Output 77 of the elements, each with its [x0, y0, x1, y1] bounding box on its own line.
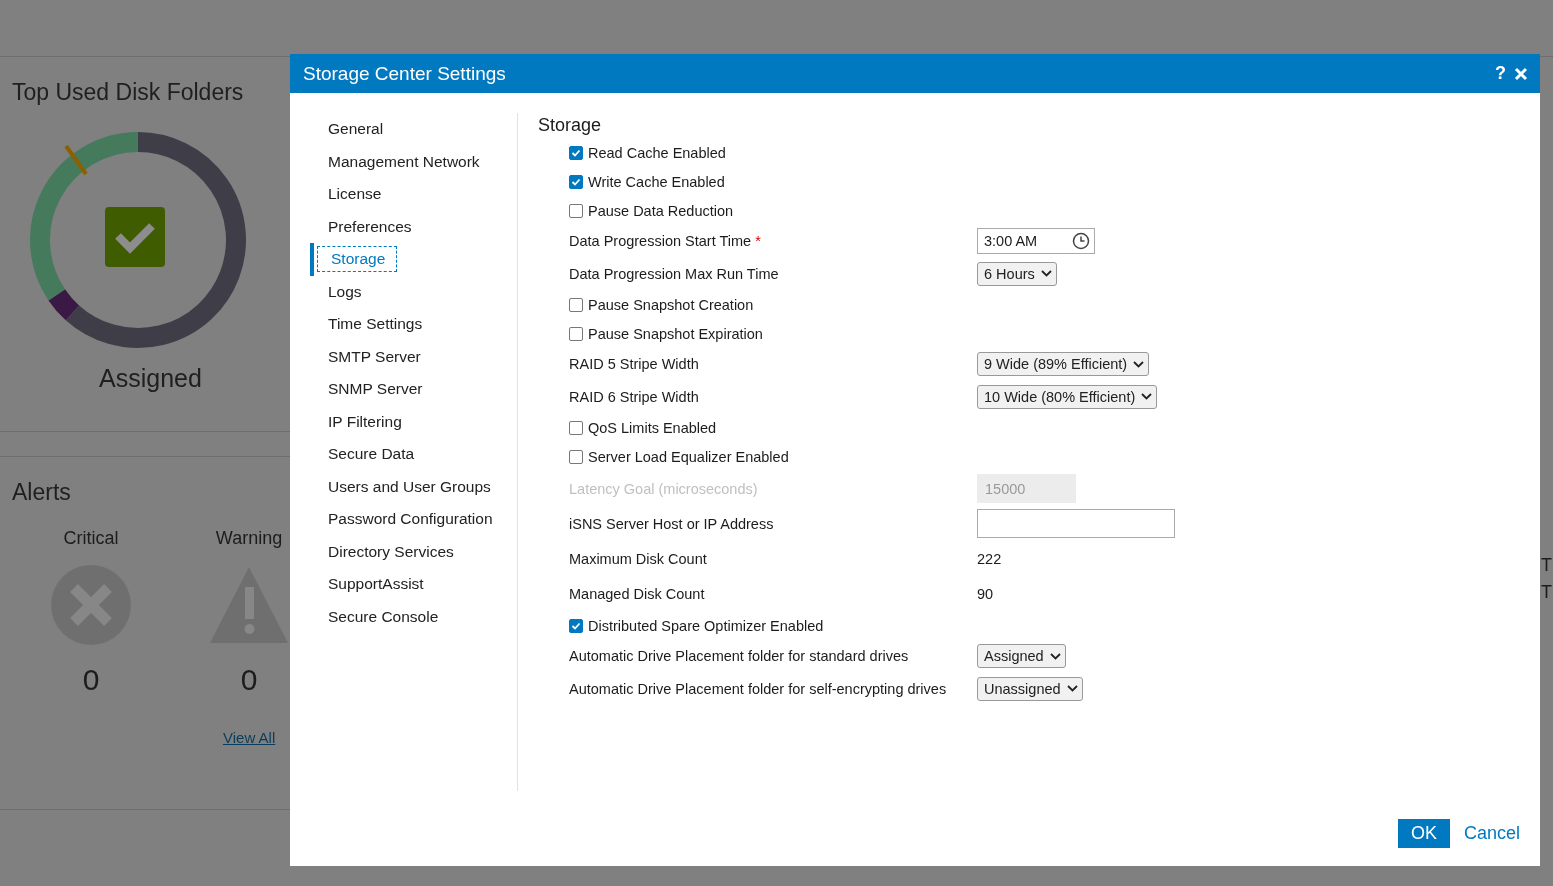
dialog-title: Storage Center Settings: [303, 62, 507, 85]
dropdown[interactable]: 9 Wide (89% Efficient): [977, 352, 1150, 377]
nav-item[interactable]: Preferences: [310, 210, 412, 243]
field-label: RAID 6 Stripe Width: [569, 388, 700, 405]
field-label: Latency Goal (microseconds): [569, 480, 759, 497]
checkbox-label[interactable]: Write Cache Enabled: [588, 173, 725, 190]
nav-item[interactable]: Password Configuration: [310, 503, 493, 536]
field-label: Managed Disk Count: [569, 585, 706, 602]
alert-count: 0: [82, 663, 100, 697]
error-icon: [51, 565, 131, 645]
time-field[interactable]: 3:00 AM: [977, 228, 1095, 255]
checkbox[interactable]: [569, 326, 583, 341]
checkbox-label[interactable]: Pause Snapshot Creation: [588, 296, 754, 313]
dropdown[interactable]: Unassigned: [977, 676, 1083, 701]
caret-icon: [1141, 393, 1153, 401]
caret-icon: [1133, 360, 1145, 368]
nav-item[interactable]: Logs: [310, 275, 362, 308]
field-label: Automatic Drive Placement folder for standard drives: [569, 648, 910, 665]
nav-item[interactable]: Users and User Groups: [310, 470, 491, 503]
panel-title: Top Used Disk Folders: [12, 79, 244, 105]
checkbox[interactable]: [569, 420, 583, 435]
nav-item[interactable]: Management Network: [310, 145, 480, 178]
nav-item[interactable]: Time Settings: [310, 308, 423, 341]
nav-item[interactable]: SNMP Server: [310, 373, 423, 406]
check-icon: [571, 620, 581, 631]
checkbox[interactable]: [569, 297, 583, 312]
field-label: Maximum Disk Count: [569, 550, 708, 567]
check-icon: [571, 147, 581, 158]
checkbox-label[interactable]: Server Load Equalizer Enabled: [588, 448, 789, 465]
dropdown[interactable]: 6 Hours: [977, 261, 1057, 286]
required-mark: *: [755, 233, 761, 250]
checkbox[interactable]: [569, 449, 583, 464]
checkbox[interactable]: [569, 203, 583, 218]
input-field[interactable]: [977, 509, 1175, 538]
field-value: 90: [977, 585, 994, 602]
nav-item[interactable]: SMTP Server: [310, 340, 421, 373]
checkbox[interactable]: [569, 618, 583, 633]
field-value: 222: [977, 550, 1002, 567]
nav-item[interactable]: License: [310, 178, 382, 211]
field-label: Data Progression Start Time *: [569, 233, 762, 250]
field-label: iSNS Server Host or IP Address: [569, 515, 775, 532]
check-icon: [571, 176, 581, 187]
help-button[interactable]: ?: [1495, 63, 1506, 84]
ok-button[interactable]: OK: [1397, 819, 1450, 848]
close-icon[interactable]: [1514, 66, 1528, 81]
checkbox-label[interactable]: QoS Limits Enabled: [588, 419, 717, 436]
checkbox-label[interactable]: Pause Data Reduction: [588, 202, 734, 219]
caret-icon: [1040, 270, 1052, 278]
dropdown[interactable]: Assigned: [977, 644, 1066, 669]
nav-item[interactable]: General: [310, 113, 384, 146]
warning-icon: [209, 565, 289, 645]
alert-label: Critical: [63, 528, 119, 549]
cancel-button[interactable]: Cancel: [1463, 823, 1520, 844]
checkbox-label[interactable]: Distributed Spare Optimizer Enabled: [588, 617, 824, 634]
checkbox[interactable]: [569, 174, 583, 189]
nav-item[interactable]: Directory Services: [310, 535, 454, 568]
section-title: Storage: [538, 115, 602, 136]
field-label: Automatic Drive Placement folder for self-encrypting drives: [569, 680, 948, 697]
donut-caption: Assigned: [99, 364, 202, 393]
cut-text: T: [1541, 582, 1553, 603]
caret-icon: [1049, 652, 1061, 660]
checkbox-label[interactable]: Read Cache Enabled: [588, 144, 726, 161]
alert-label: Warning: [215, 528, 283, 549]
field-label: Data Progression Max Run Time: [569, 265, 780, 282]
checkbox[interactable]: [569, 145, 583, 160]
nav-item[interactable]: Secure Data: [310, 438, 415, 471]
alert-count: 0: [240, 663, 258, 697]
nav-item[interactable]: IP Filtering: [310, 405, 402, 438]
panel-title: Alerts: [12, 479, 71, 505]
nav-item[interactable]: Secure Console: [310, 600, 439, 633]
checkbox-label[interactable]: Pause Snapshot Expiration: [588, 325, 763, 342]
field-label: RAID 5 Stripe Width: [569, 356, 700, 373]
dropdown[interactable]: 10 Wide (80% Efficient): [977, 384, 1158, 409]
clock-icon[interactable]: [1072, 232, 1090, 251]
nav-item[interactable]: SupportAssist: [310, 568, 424, 601]
cut-text: T: [1541, 555, 1553, 576]
caret-icon: [1066, 685, 1078, 693]
